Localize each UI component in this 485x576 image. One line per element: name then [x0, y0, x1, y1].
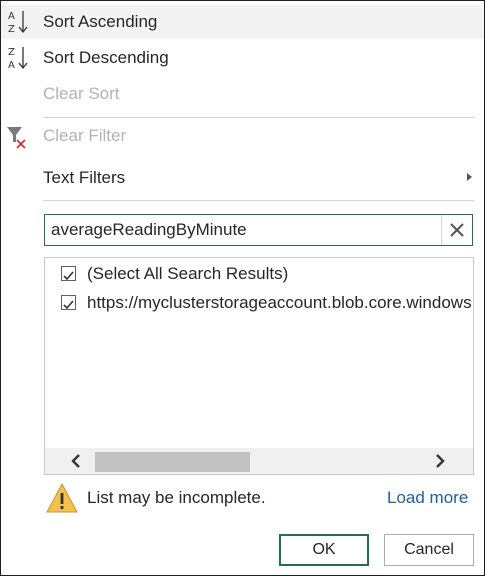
clear-filter-label: Clear Filter [43, 126, 127, 145]
clear-search-button[interactable] [441, 215, 472, 245]
menu-separator [43, 200, 474, 201]
chevron-right-icon [436, 454, 445, 468]
search-box [44, 214, 473, 246]
horizontal-scrollbar[interactable] [45, 448, 473, 474]
chevron-left-icon [71, 454, 80, 468]
checkmark-icon [63, 300, 74, 310]
sort-descending-item[interactable]: Z A Sort Descending [1, 41, 484, 75]
sort-ascending-item[interactable]: A Z Sort Ascending [1, 5, 484, 39]
submenu-arrow-icon [467, 173, 472, 181]
sort-ascending-label: Sort Ascending [43, 12, 158, 31]
clear-filter-item[interactable]: Clear Filter [1, 119, 484, 153]
svg-text:Z: Z [8, 47, 15, 58]
clear-sort-label: Clear Sort [43, 84, 120, 103]
load-more-link[interactable]: Load more [387, 488, 468, 508]
checkbox-select-all[interactable] [61, 266, 76, 281]
warning-message: List may be incomplete. [87, 488, 266, 507]
list-item[interactable]: https://myclusterstorageaccount.blob.cor… [45, 289, 473, 317]
search-input[interactable] [51, 220, 431, 240]
warning-icon [46, 482, 78, 514]
text-filters-label: Text Filters [43, 168, 126, 187]
scrollbar-thumb[interactable] [95, 452, 250, 472]
svg-text:A: A [8, 60, 15, 71]
scroll-right-button[interactable] [425, 448, 455, 474]
sort-ascending-icon: A Z [5, 7, 31, 37]
list-item-label: (Select All Search Results) [87, 264, 289, 283]
list-item-label: https://myclusterstorageaccount.blob.cor… [87, 293, 472, 312]
menu-separator [43, 117, 474, 118]
clear-filter-icon [5, 123, 31, 153]
sort-descending-icon: Z A [5, 43, 31, 73]
filter-dropdown-panel: A Z Sort Ascending Z A Sort Descending C… [0, 0, 485, 576]
scroll-left-button[interactable] [61, 448, 91, 474]
close-icon [450, 223, 464, 237]
svg-text:Z: Z [8, 24, 15, 35]
values-list: (Select All Search Results) https://mycl… [44, 257, 474, 475]
svg-text:A: A [8, 11, 15, 22]
sort-descending-label: Sort Descending [43, 48, 169, 67]
text-filters-item[interactable]: Text Filters [1, 161, 484, 195]
checkmark-icon [63, 271, 74, 281]
list-item[interactable]: (Select All Search Results) [45, 260, 473, 288]
cancel-button[interactable]: Cancel [384, 534, 474, 566]
ok-button[interactable]: OK [279, 534, 369, 566]
checkbox-item[interactable] [61, 295, 76, 310]
clear-sort-item[interactable]: Clear Sort [1, 77, 484, 111]
